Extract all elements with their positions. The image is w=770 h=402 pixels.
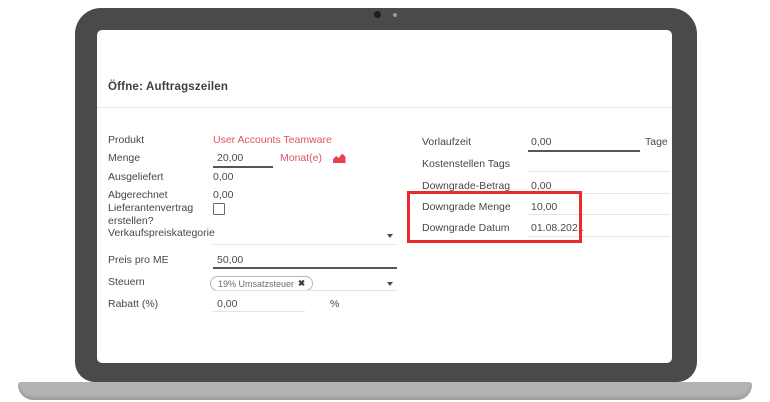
camera-icon <box>374 11 381 18</box>
menge-input-underline <box>213 166 273 168</box>
area-chart-icon[interactable] <box>333 153 346 163</box>
field-label-lieferantenvertrag: Lieferantenvertrag erstellen? <box>108 202 208 228</box>
vorlaufzeit-input[interactable]: 0,00 <box>531 136 551 148</box>
page: Öffne: Auftragszeilen Produkt User Accou… <box>0 0 770 402</box>
downgrade-betrag-underline <box>528 193 670 194</box>
vorlaufzeit-underline <box>528 150 640 152</box>
verkaufspreiskategorie-underline <box>213 244 397 245</box>
verkaufspreiskategorie-select[interactable] <box>213 227 383 243</box>
downgrade-menge-input[interactable]: 10,00 <box>531 201 557 213</box>
caret-down-icon[interactable] <box>387 282 393 286</box>
rabatt-suffix: % <box>330 298 339 310</box>
preis-pro-me-underline <box>213 267 397 269</box>
field-label-downgrade-betrag: Downgrade-Betrag <box>422 180 510 193</box>
caret-down-icon[interactable] <box>387 234 393 238</box>
ausgeliefert-value: 0,00 <box>213 171 233 183</box>
downgrade-betrag-input[interactable]: 0,00 <box>531 180 551 192</box>
downgrade-datum-underline <box>528 236 670 237</box>
tax-tag[interactable]: 19% Umsatzsteuer <box>210 276 313 291</box>
abgerechnet-value: 0,00 <box>213 189 233 201</box>
field-label-abgerechnet: Abgerechnet <box>108 189 168 202</box>
title-divider <box>97 107 672 108</box>
rabatt-input[interactable]: 0,00 <box>217 298 237 310</box>
downgrade-datum-input[interactable]: 01.08.2021 <box>531 222 584 234</box>
field-label-preis-pro-me: Preis pro ME <box>108 254 169 267</box>
remove-tag-icon[interactable] <box>298 279 305 288</box>
field-label-ausgeliefert: Ausgeliefert <box>108 171 163 184</box>
field-label-menge: Menge <box>108 152 140 165</box>
menge-input[interactable]: 20,00 <box>217 152 243 164</box>
rabatt-underline <box>213 311 305 312</box>
field-label-downgrade-menge: Downgrade Menge <box>422 201 511 214</box>
laptop-base <box>18 382 752 400</box>
field-label-kostenstellen-tags: Kostenstellen Tags <box>422 158 510 171</box>
field-label-produkt: Produkt <box>108 134 144 147</box>
lieferantenvertrag-checkbox[interactable] <box>213 203 225 215</box>
kostenstellen-tags-input[interactable] <box>528 158 670 171</box>
kostenstellen-tags-underline <box>528 171 670 172</box>
dialog-title: Öffne: Auftragszeilen <box>108 81 228 93</box>
laptop-frame: Öffne: Auftragszeilen Produkt User Accou… <box>75 8 697 382</box>
camera-led-icon <box>393 13 397 17</box>
preis-pro-me-input[interactable]: 50,00 <box>217 254 243 266</box>
field-label-rabatt: Rabatt (%) <box>108 298 158 311</box>
field-label-verkaufspreiskategorie: Verkaufspreiskategorie <box>108 227 215 240</box>
downgrade-menge-underline <box>528 214 670 215</box>
steuern-underline <box>213 290 397 291</box>
field-label-downgrade-datum: Downgrade Datum <box>422 222 510 235</box>
field-label-steuern: Steuern <box>108 276 145 289</box>
screen: Öffne: Auftragszeilen Produkt User Accou… <box>97 30 672 363</box>
menge-uom-link[interactable]: Monat(e) <box>280 152 322 164</box>
field-label-vorlaufzeit: Vorlaufzeit <box>422 136 471 149</box>
tax-tag-label: 19% Umsatzsteuer <box>218 279 294 289</box>
vorlaufzeit-suffix: Tage <box>645 136 668 148</box>
produkt-value-link[interactable]: User Accounts Teamware <box>213 134 332 146</box>
